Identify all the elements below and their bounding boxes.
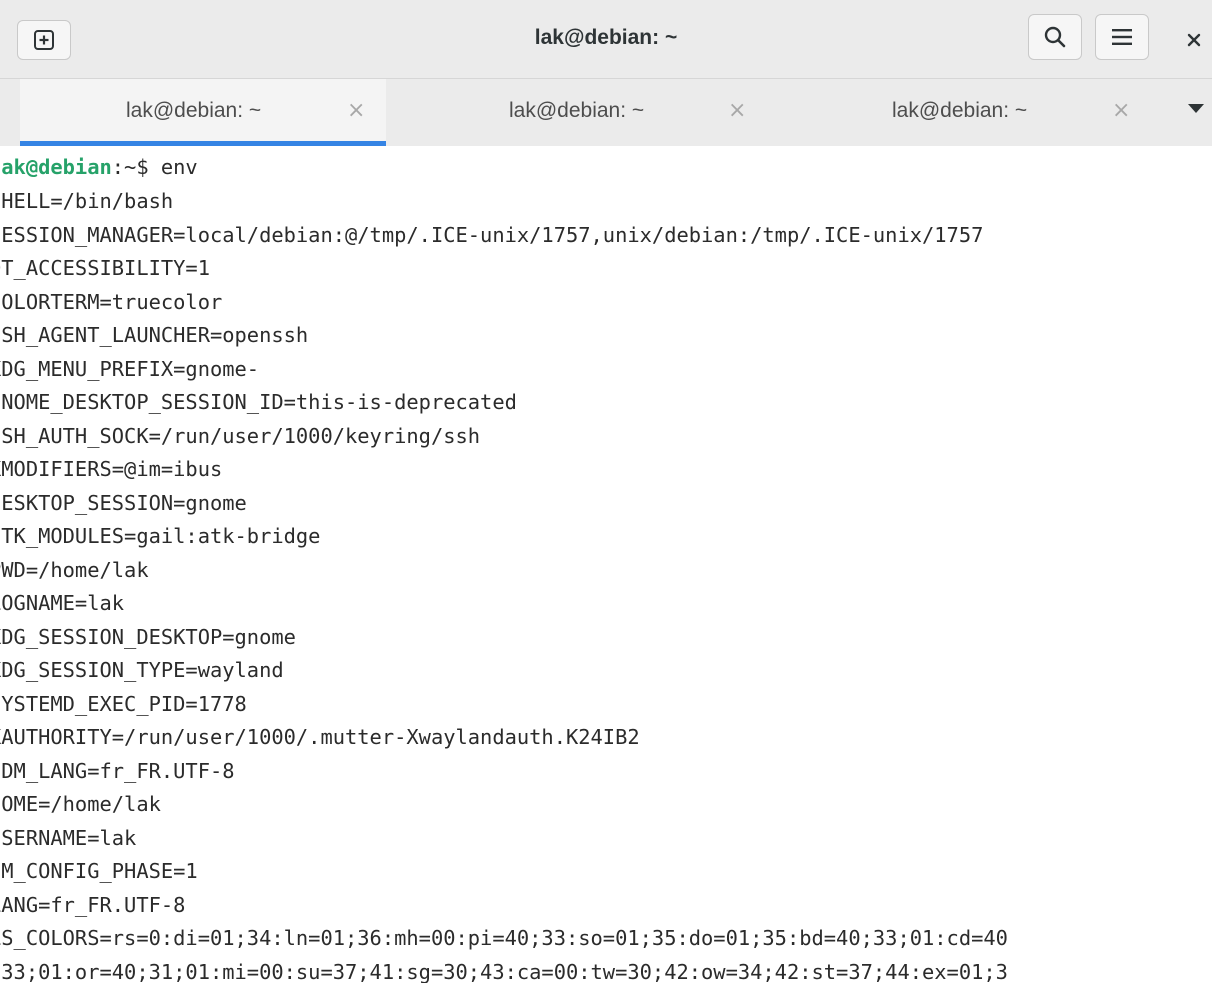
- chevron-down-icon: [1188, 104, 1204, 113]
- output-line: GNOME_DESKTOP_SESSION_ID=this-is-depreca…: [0, 390, 517, 414]
- output-line: LOGNAME=lak: [0, 591, 125, 615]
- prompt-command: env: [160, 155, 198, 179]
- window-title: lak@debian: ~: [534, 26, 678, 49]
- output-line: PWD=/home/lak: [0, 557, 149, 582]
- output-line: IM_CONFIG_PHASE=1: [0, 859, 198, 883]
- new-tab-button[interactable]: [17, 20, 71, 60]
- output-line: GDM_LANG=fr_FR.UTF-8: [0, 758, 235, 783]
- output-line: SESSION_MANAGER=local/debian:@/tmp/.ICE-…: [0, 222, 984, 247]
- tab-close-button[interactable]: ×: [347, 99, 365, 123]
- output-line: HOME=/home/lak: [0, 792, 161, 816]
- tab-label: lak@debian: ~: [892, 99, 1028, 122]
- close-icon: [1187, 33, 1201, 47]
- header-bar: lak@debian: ~: [0, 0, 1212, 78]
- tab-1[interactable]: lak@debian: ~ ×: [20, 79, 386, 146]
- tab-close-button[interactable]: ×: [728, 99, 746, 123]
- tab-2[interactable]: lak@debian: ~ ×: [386, 79, 770, 146]
- output-line: XDG_SESSION_DESKTOP=gnome: [0, 624, 296, 649]
- plus-square-icon: [34, 30, 54, 50]
- output-line: QT_ACCESSIBILITY=1: [0, 256, 210, 280]
- output-line: LS_COLORS=rs=0:di=01;34:ln=01;36:mh=00:p…: [0, 926, 1008, 950]
- output-line: XMODIFIERS=@im=ibus: [0, 457, 223, 481]
- tab-label: lak@debian: ~: [126, 99, 262, 122]
- output-line: XAUTHORITY=/run/user/1000/.mutter-Xwayla…: [0, 725, 640, 749]
- output-line: SSH_AUTH_SOCK=/run/user/1000/keyring/ssh: [0, 423, 481, 448]
- output-line: COLORTERM=truecolor: [0, 289, 223, 314]
- search-button[interactable]: [1028, 14, 1082, 60]
- tab-close-button[interactable]: ×: [1112, 99, 1130, 123]
- prompt-path: :~$: [111, 155, 161, 179]
- prompt-line: lak@debian:~$ env: [0, 150, 198, 184]
- hamburger-menu-icon: [1112, 29, 1132, 45]
- tab-3[interactable]: lak@debian: ~ ×: [770, 79, 1180, 146]
- prompt-user-host: lak@debian: [0, 155, 112, 179]
- terminal-output[interactable]: lak@debian:~$ env SHELL=/bin/bash SESSIO…: [0, 146, 1212, 983]
- output-line: GTK_MODULES=gail:atk-bridge: [0, 524, 321, 548]
- output-line: USERNAME=lak: [0, 825, 137, 850]
- tabs-dropdown-button[interactable]: [1186, 101, 1212, 125]
- tab-label: lak@debian: ~: [509, 99, 645, 122]
- close-window-button[interactable]: [1176, 22, 1212, 58]
- output-line: DESKTOP_SESSION=gnome: [0, 490, 247, 515]
- search-icon: [1044, 26, 1066, 48]
- output-line: SYSTEMD_EXEC_PID=1778: [0, 691, 247, 716]
- output-line: XDG_MENU_PREFIX=gnome-: [0, 356, 260, 381]
- output-line: XDG_SESSION_TYPE=wayland: [0, 658, 284, 682]
- output-line: ;33;01:or=40;31;01:mi=00:su=37;41:sg=30;…: [0, 959, 1008, 983]
- output-line: SHELL=/bin/bash: [0, 189, 174, 213]
- tab-bar: lak@debian: ~ × lak@debian: ~ × lak@debi…: [0, 78, 1212, 146]
- output-line: SSH_AGENT_LAUNCHER=openssh: [0, 323, 309, 347]
- main-menu-button[interactable]: [1095, 14, 1149, 60]
- output-line: LANG=fr_FR.UTF-8: [0, 892, 186, 917]
